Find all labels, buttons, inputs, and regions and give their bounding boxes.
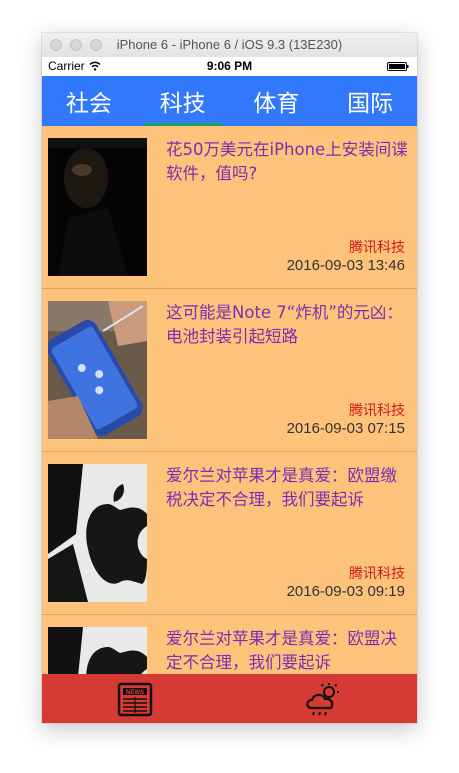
news-title: 花50万美元在iPhone上安装间谍软件，值吗?	[166, 140, 408, 183]
news-row[interactable]: 爱尔兰对苹果才是真爱：欧盟决定不合理，我们要起诉	[42, 615, 417, 674]
news-date: 2016-09-03 13:46	[286, 257, 405, 274]
news-date: 2016-09-03 09:19	[286, 583, 405, 600]
tab-society[interactable]: 社会	[42, 76, 136, 126]
window-titlebar: iPhone 6 - iPhone 6 / iOS 9.3 (13E230)	[42, 33, 417, 58]
news-thumbnail	[48, 464, 147, 602]
news-thumbnail	[48, 627, 147, 674]
battery-icon	[387, 62, 409, 71]
news-row[interactable]: 爱尔兰对苹果才是真爱：欧盟缴税决定不合理，我们要起诉 腾讯科技 2016-09-…	[42, 452, 417, 615]
tab-label: 国际	[347, 91, 394, 117]
status-bar: Carrier 9:06 PM	[42, 57, 417, 76]
news-title: 这可能是Note 7“炸机”的元凶：电池封装引起短路	[166, 303, 403, 346]
news-row[interactable]: 这可能是Note 7“炸机”的元凶：电池封装引起短路 腾讯科技 2016-09-…	[42, 289, 417, 452]
news-list[interactable]: 花50万美元在iPhone上安装间谍软件，值吗? 腾讯科技 2016-09-03…	[42, 126, 417, 674]
news-source: 腾讯科技	[349, 403, 405, 419]
news-source: 腾讯科技	[349, 566, 405, 582]
news-source: 腾讯科技	[349, 240, 405, 256]
newspaper-icon[interactable]: NEWS	[116, 682, 156, 718]
tab-label: 科技	[159, 91, 206, 117]
news-date: 2016-09-03 07:15	[286, 420, 405, 437]
tab-label: 社会	[65, 91, 112, 117]
svg-text:NEWS: NEWS	[126, 690, 144, 696]
simulator-window: iPhone 6 - iPhone 6 / iOS 9.3 (13E230) C…	[42, 33, 417, 723]
category-tabs: 社会 科技 体育 国际	[42, 76, 417, 126]
tab-technology[interactable]: 科技	[136, 76, 230, 126]
status-time: 9:06 PM	[206, 59, 253, 73]
window-title: iPhone 6 - iPhone 6 / iOS 9.3 (13E230)	[116, 37, 343, 52]
simulator-stage: iPhone 6 - iPhone 6 / iOS 9.3 (13E230) C…	[0, 0, 459, 773]
bottom-toolbar: NEWS	[42, 674, 417, 723]
news-thumbnail	[48, 301, 147, 439]
tab-international[interactable]: 国际	[323, 76, 417, 126]
news-row[interactable]: 花50万美元在iPhone上安装间谍软件，值吗? 腾讯科技 2016-09-03…	[42, 126, 417, 289]
weather-icon[interactable]	[303, 682, 343, 718]
news-thumbnail	[48, 138, 147, 276]
news-title: 爱尔兰对苹果才是真爱：欧盟缴税决定不合理，我们要起诉	[166, 466, 397, 509]
tab-label: 体育	[253, 91, 300, 117]
tab-sports[interactable]: 体育	[230, 76, 324, 126]
news-title: 爱尔兰对苹果才是真爱：欧盟决定不合理，我们要起诉	[166, 629, 397, 672]
